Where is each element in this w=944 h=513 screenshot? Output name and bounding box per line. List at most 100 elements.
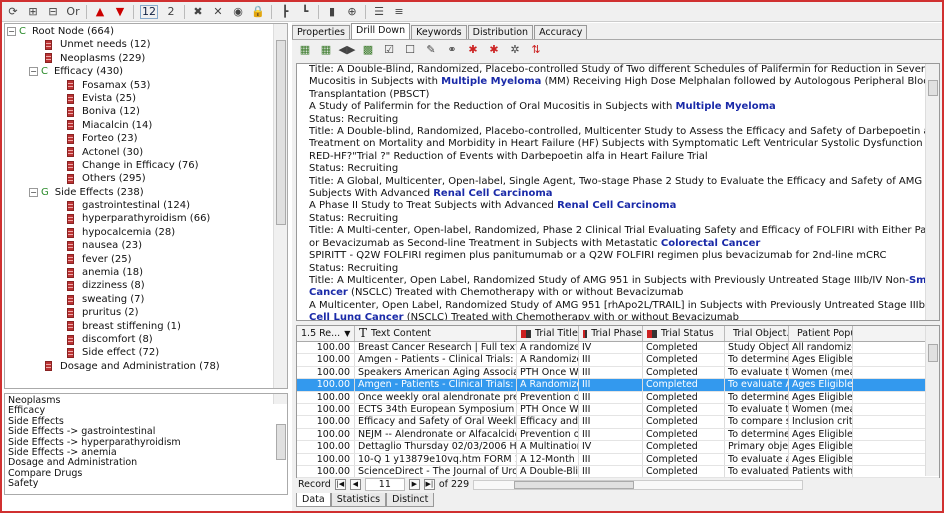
tree-node[interactable]: − C Efficacy (430) <box>7 65 287 78</box>
checkbox-checked-icon[interactable]: ☑ <box>382 43 396 57</box>
tree-node[interactable]: Unmet needs (12) <box>7 38 287 51</box>
collapse-toggle-icon[interactable]: − <box>29 67 38 77</box>
tree-node[interactable]: Neoplasms (229) <box>7 52 287 65</box>
table-row[interactable]: 100.00 Breast Cancer Research | Full text… <box>297 342 939 355</box>
tab-distinct[interactable]: Distinct <box>386 493 435 507</box>
column-header[interactable]: Trial Status <box>643 326 725 341</box>
binoculars-icon[interactable]: ⚭ <box>445 43 459 57</box>
tree-node[interactable]: − G Side Effects (238) <box>7 186 287 199</box>
split-icon[interactable]: ◀▶ <box>339 43 356 57</box>
tree-node[interactable]: Forteo (23) <box>7 132 287 145</box>
tab-keywords[interactable]: Keywords <box>411 25 467 39</box>
tree-node[interactable]: nausea (23) <box>7 239 287 252</box>
tree-move-icon[interactable]: ┗ <box>298 5 312 19</box>
tab-distribution[interactable]: Distribution <box>467 25 534 39</box>
tree-scrollbar[interactable] <box>273 24 287 388</box>
column-header[interactable]: Trial Object... <box>725 326 789 341</box>
tree-node[interactable]: fever (25) <box>7 253 287 266</box>
grid-icon[interactable]: ▦ <box>298 43 312 57</box>
add-node-icon[interactable]: ⊕ <box>345 5 359 19</box>
table-row[interactable]: 100.0010-Q 1 y13879e10vq.htm FORM 10-Q 1… <box>297 453 939 466</box>
delete-icon[interactable]: ✖ <box>191 5 205 19</box>
tree-collapse-icon[interactable]: ⊟ <box>46 5 60 19</box>
collapse-toggle-icon[interactable]: − <box>29 187 38 197</box>
column-header[interactable]: 1.5 Re... ▼ <box>297 326 355 341</box>
table-row[interactable]: 100.00Speakers American Aging Associatio… <box>297 366 939 380</box>
remove-icon[interactable]: ✕ <box>211 5 225 19</box>
column-header[interactable]: T Text Content <box>355 326 517 341</box>
table-row[interactable]: 100.00Dettaglio Thursday 02/03/2006 Hall… <box>297 441 939 454</box>
text-content-view[interactable]: Title: A Double-Blind, Randomized, Place… <box>296 63 940 321</box>
star-prev-icon[interactable]: ✱ <box>487 43 501 57</box>
text-scrollbar[interactable] <box>925 64 939 320</box>
star-next-icon[interactable]: ✱ <box>466 43 480 57</box>
category-list-item[interactable]: Neoplasms <box>8 395 284 406</box>
refresh-icon[interactable]: ⟳ <box>6 5 20 19</box>
record-number-input[interactable]: 11 <box>364 478 405 491</box>
last-record-button[interactable]: ▶| <box>423 479 435 490</box>
prev-record-button[interactable]: ◀ <box>349 479 361 490</box>
tree-node[interactable]: − C Root Node (664) <box>7 25 287 38</box>
sort-numeric-icon[interactable]: 12 <box>140 4 158 19</box>
category-list-item[interactable]: Safety <box>8 478 284 489</box>
table-icon[interactable]: ▩ <box>361 43 375 57</box>
checkbox-empty-icon[interactable]: ☐ <box>403 43 417 57</box>
table-row[interactable]: 100.00NEJM -- Alendronate or Alfacalcido… <box>297 428 939 442</box>
tree-node[interactable]: Miacalcin (14) <box>7 119 287 132</box>
or-icon[interactable]: Or <box>66 5 80 19</box>
tree-expand-icon[interactable]: ⊞ <box>26 5 40 19</box>
grid-scrollbar[interactable] <box>925 326 939 476</box>
tree-node[interactable]: Others (295) <box>7 172 287 185</box>
sort-icon[interactable]: ⇅ <box>529 43 543 57</box>
table-row[interactable]: 100.00 Amgen - Patients - Clinical Trials… <box>297 379 939 392</box>
tab-accuracy[interactable]: Accuracy <box>534 25 588 39</box>
tab-data[interactable]: Data <box>296 493 331 507</box>
tree-node[interactable]: Dosage and Administration (78) <box>7 360 287 373</box>
book-icon[interactable]: ▮ <box>325 5 339 19</box>
tree-node[interactable]: discomfort (8) <box>7 333 287 346</box>
table-row[interactable]: 100.00ECTS 34th European Symposium on Ca… <box>297 403 939 417</box>
table-row[interactable]: 100.00 Amgen - Patients - Clinical Trials… <box>297 354 939 367</box>
next-record-button[interactable]: ▶ <box>408 479 420 490</box>
table-row[interactable]: 100.00 ScienceDirect - The Journal of Uro… <box>297 465 939 479</box>
tab-properties[interactable]: Properties <box>292 25 351 39</box>
tree-node[interactable]: Boniva (12) <box>7 105 287 118</box>
tab-drill-down[interactable]: Drill Down <box>351 23 411 39</box>
sort-down-icon[interactable]: ▼ <box>344 326 350 341</box>
column-header[interactable]: Patient Popu... <box>789 326 853 341</box>
arrow-down-icon[interactable]: ▼ <box>113 5 127 19</box>
column-header[interactable]: Trial Phase <box>579 326 643 341</box>
color-bars-icon[interactable]: ≡ <box>392 5 406 19</box>
table-row[interactable]: 100.00Efficacy and Safety of Oral Weekly… <box>297 416 939 429</box>
tree-node[interactable]: Fosamax (53) <box>7 79 287 92</box>
sort-alpha-icon[interactable]: 2 <box>164 5 178 19</box>
tree-node[interactable]: pruritus (2) <box>7 306 287 319</box>
tree-node[interactable]: breast stiffening (1) <box>7 320 287 333</box>
tree-node[interactable]: dizziness (8) <box>7 279 287 292</box>
tree-node[interactable]: anemia (18) <box>7 266 287 279</box>
tree-layout-icon[interactable]: ☰ <box>372 5 386 19</box>
column-header[interactable]: Trial Title <box>517 326 579 341</box>
horizontal-scrollbar[interactable] <box>473 479 804 490</box>
view-icon[interactable]: ◉ <box>231 5 245 19</box>
collapse-toggle-icon[interactable]: − <box>7 27 16 37</box>
tree-node[interactable]: Side effect (72) <box>7 346 287 359</box>
category-list-item[interactable]: Side Effects -> gastrointestinal <box>8 426 284 437</box>
tree-node[interactable]: Evista (25) <box>7 92 287 105</box>
tab-statistics[interactable]: Statistics <box>330 493 387 507</box>
arrow-up-icon[interactable]: ▲ <box>93 5 107 19</box>
tree-node[interactable]: hyperparathyroidism (66) <box>7 212 287 225</box>
first-record-button[interactable]: |◀ <box>334 479 346 490</box>
tree-node[interactable]: Actonel (30) <box>7 146 287 159</box>
table-row[interactable]: 100.00Once weekly oral alendronate preve… <box>297 391 939 404</box>
tree-node[interactable]: sweating (7) <box>7 293 287 306</box>
lock-icon[interactable]: 🔒 <box>251 5 265 19</box>
settings-icon[interactable]: ✲ <box>508 43 522 57</box>
list-scrollbar[interactable] <box>273 394 287 460</box>
grid-highlight-icon[interactable]: ▦ <box>319 43 333 57</box>
tree-node[interactable]: hypocalcemia (28) <box>7 226 287 239</box>
highlight-icon[interactable]: ✎ <box>424 43 438 57</box>
tree-node[interactable]: gastrointestinal (124) <box>7 199 287 212</box>
tree-add-icon[interactable]: ┣ <box>278 5 292 19</box>
category-list-item[interactable]: Compare Drugs <box>8 468 284 479</box>
